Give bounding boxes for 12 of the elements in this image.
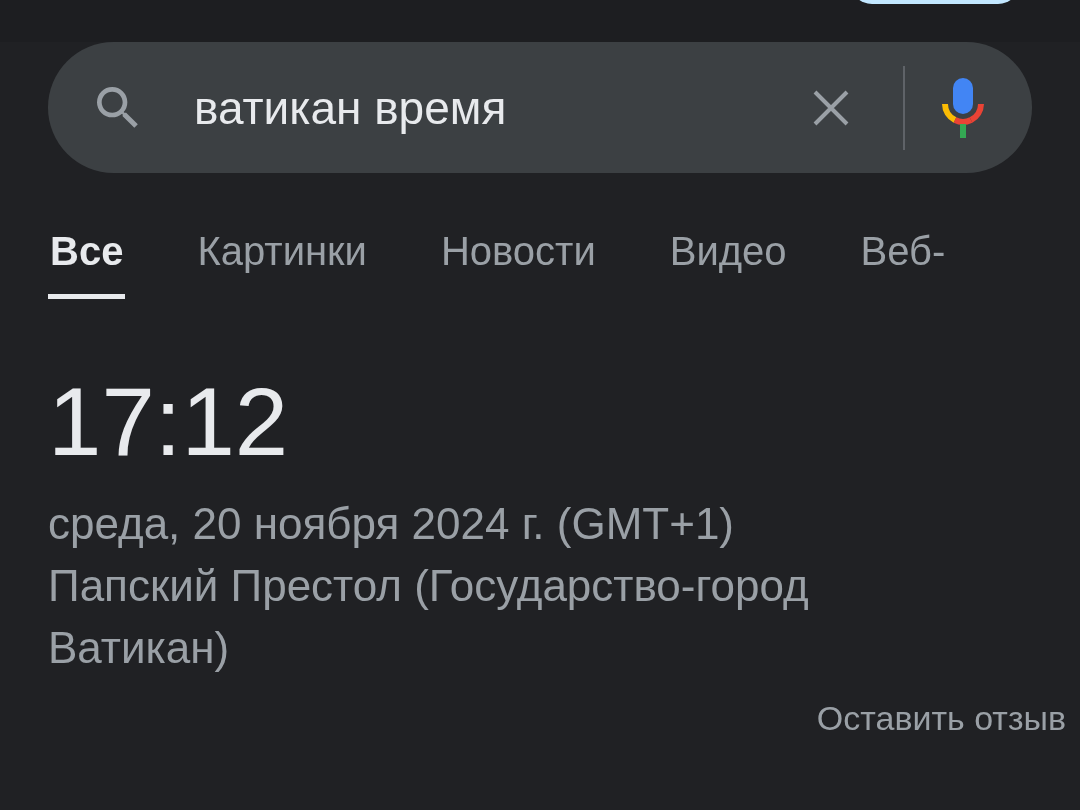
tab[interactable]: Веб- (858, 223, 948, 299)
location-text: Папский Престол (Государство-город Ватикан) (48, 559, 810, 674)
microphone-icon[interactable] (939, 75, 987, 140)
date-text: среда, 20 ноября 2024 г. (GMT+1) (48, 497, 736, 550)
tab[interactable]: Новости (438, 223, 598, 299)
clock-time: 17:12 (48, 369, 290, 475)
tab[interactable]: Картинки (195, 223, 369, 299)
feedback-link[interactable]: Оставить отзыв (816, 698, 1066, 738)
tab[interactable]: Видео (667, 223, 789, 299)
search-bar[interactable]: ватикан время (48, 42, 1032, 173)
search-field[interactable]: ватикан время (192, 77, 807, 138)
tab[interactable]: Все (48, 223, 126, 299)
